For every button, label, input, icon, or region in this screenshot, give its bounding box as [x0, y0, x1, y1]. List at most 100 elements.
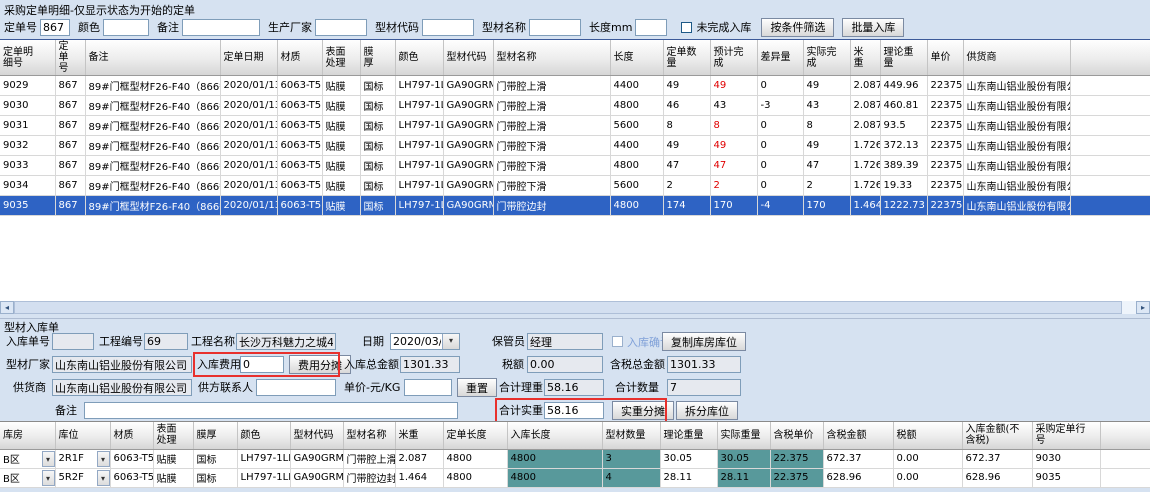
cell[interactable]: 门带腔上滑 — [493, 96, 610, 116]
cell[interactable]: 89#门框型材F26-F40（866*867） — [85, 176, 220, 196]
cell[interactable]: 2020/01/13 — [220, 176, 277, 196]
cell[interactable]: 4800 — [610, 156, 663, 176]
cell[interactable]: 山东南山铝业股份有限公司 — [963, 156, 1070, 176]
cell[interactable]: 867 — [55, 76, 85, 96]
cell[interactable]: 1.726 — [850, 156, 880, 176]
cell[interactable]: LH797-1LL0 — [395, 156, 443, 176]
filter-by-condition-button[interactable]: 按条件筛选 — [761, 18, 834, 37]
cell[interactable]: 2.087 — [850, 116, 880, 136]
calendar-dropdown-icon[interactable]: ▾ — [442, 334, 459, 349]
cell[interactable]: 9031 — [0, 116, 55, 136]
cell[interactable]: 6063-T5 — [277, 156, 322, 176]
total-with-tax-field[interactable] — [667, 356, 741, 373]
cell[interactable]: 门带腔上滑 — [493, 116, 610, 136]
cell[interactable]: 贴膜 — [153, 468, 193, 487]
cell[interactable]: LH797-1LL0 — [237, 449, 290, 468]
cell[interactable]: 门带腔上滑 — [343, 449, 395, 468]
cell[interactable]: B区▾ — [0, 449, 55, 468]
cell[interactable]: GA90GRM05 — [290, 468, 343, 487]
cell[interactable]: 国标 — [360, 116, 395, 136]
column-header[interactable]: 型材名称 — [493, 40, 610, 76]
cell[interactable]: GA90GRM04 — [443, 176, 493, 196]
batch-inbound-button[interactable]: 批量入库 — [842, 18, 904, 37]
cell[interactable]: 2020/01/13 — [220, 76, 277, 96]
supplier-field[interactable] — [52, 379, 192, 396]
cell[interactable]: 0 — [757, 136, 803, 156]
cell[interactable]: 22375 — [927, 76, 963, 96]
cell[interactable]: 372.13 — [880, 136, 927, 156]
cell[interactable]: -4 — [757, 196, 803, 216]
column-header[interactable]: 入库金额(不 含税) — [962, 422, 1032, 449]
cell[interactable]: 4400 — [610, 76, 663, 96]
cell[interactable]: LH797-1LL0 — [395, 176, 443, 196]
column-header[interactable]: 库位 — [55, 422, 110, 449]
cell[interactable]: GA90GRM04 — [443, 136, 493, 156]
cell[interactable]: 6063-T5 — [277, 136, 322, 156]
cell[interactable]: 28.11 — [717, 468, 770, 487]
cell[interactable]: 贴膜 — [322, 76, 360, 96]
table-row[interactable]: 903586789#门框型材F26-F40（866*867）2020/01/13… — [0, 196, 1150, 216]
cell[interactable]: 国标 — [360, 176, 395, 196]
cell[interactable]: 460.81 — [880, 96, 927, 116]
split-location-button[interactable]: 拆分库位 — [676, 401, 738, 420]
cell[interactable]: 贴膜 — [153, 449, 193, 468]
receipt-no-field[interactable] — [52, 333, 94, 350]
cell[interactable]: 0 — [757, 176, 803, 196]
scrollbar-thumb[interactable] — [14, 301, 1122, 314]
cell[interactable]: 山东南山铝业股份有限公司 — [963, 116, 1070, 136]
cell[interactable] — [1070, 196, 1150, 216]
cell[interactable]: 2020/01/13 — [220, 196, 277, 216]
cell[interactable] — [1070, 96, 1150, 116]
column-header[interactable]: 供货商 — [963, 40, 1070, 76]
cell[interactable]: 89#门框型材F26-F40（866*867） — [85, 96, 220, 116]
notes-input[interactable] — [84, 402, 458, 419]
column-header[interactable]: 理论重量 — [660, 422, 717, 449]
column-header[interactable]: 膜厚 — [193, 422, 237, 449]
cell[interactable]: 6063-T5 — [277, 76, 322, 96]
cell[interactable]: 22375 — [927, 196, 963, 216]
column-header[interactable]: 预计完 成 — [710, 40, 757, 76]
cell[interactable]: 1222.73 — [880, 196, 927, 216]
cell[interactable]: 贴膜 — [322, 116, 360, 136]
cell[interactable]: 9033 — [0, 156, 55, 176]
cell[interactable]: B区▾ — [0, 468, 55, 487]
cell[interactable]: 47 — [663, 156, 710, 176]
cell[interactable]: 22375 — [927, 136, 963, 156]
cell[interactable]: 山东南山铝业股份有限公司 — [963, 176, 1070, 196]
cell[interactable]: 2020/01/13 — [220, 136, 277, 156]
column-header[interactable]: 理论重 量 — [880, 40, 927, 76]
cell[interactable]: GA90GRM03 — [443, 76, 493, 96]
column-header[interactable]: 颜色 — [395, 40, 443, 76]
cell[interactable]: 1.464 — [395, 468, 443, 487]
cell[interactable]: 9030 — [0, 96, 55, 116]
column-header[interactable]: 定单日期 — [220, 40, 277, 76]
cell[interactable]: LH797-1LL0 — [395, 116, 443, 136]
cell[interactable]: 4800 — [507, 468, 602, 487]
table-row[interactable]: B区▾2R1F▾6063-T5贴膜国标LH797-1LL0GA90GRM03门带… — [0, 449, 1150, 468]
cell[interactable]: 93.5 — [880, 116, 927, 136]
date-field[interactable]: ▾ — [390, 333, 460, 350]
column-header[interactable]: 库房 — [0, 422, 55, 449]
cell[interactable]: GA90GRM05 — [443, 196, 493, 216]
cell[interactable]: 170 — [710, 196, 757, 216]
cell[interactable]: 门带腔边封 — [343, 468, 395, 487]
cell[interactable]: 2 — [663, 176, 710, 196]
cell[interactable]: 6063-T5 — [277, 176, 322, 196]
cell[interactable]: LH797-1LL0 — [395, 76, 443, 96]
cell[interactable] — [1070, 176, 1150, 196]
scroll-left-icon[interactable]: ◂ — [0, 301, 14, 314]
table-row[interactable]: 903186789#门框型材F26-F40（866*867）2020/01/13… — [0, 116, 1150, 136]
column-header[interactable]: 单价 — [927, 40, 963, 76]
cell[interactable]: 389.39 — [880, 156, 927, 176]
cell[interactable]: 49 — [663, 76, 710, 96]
cell[interactable]: 贴膜 — [322, 176, 360, 196]
cell[interactable]: 22375 — [927, 156, 963, 176]
cell[interactable]: 47 — [710, 156, 757, 176]
cell[interactable]: 30.05 — [717, 449, 770, 468]
cell[interactable]: 门带腔下滑 — [493, 176, 610, 196]
column-header[interactable]: 型材数量 — [602, 422, 660, 449]
cell[interactable]: 6063-T5 — [277, 196, 322, 216]
cell[interactable]: 628.96 — [962, 468, 1032, 487]
cell[interactable]: GA90GRM03 — [290, 449, 343, 468]
cell[interactable]: 4800 — [443, 449, 507, 468]
